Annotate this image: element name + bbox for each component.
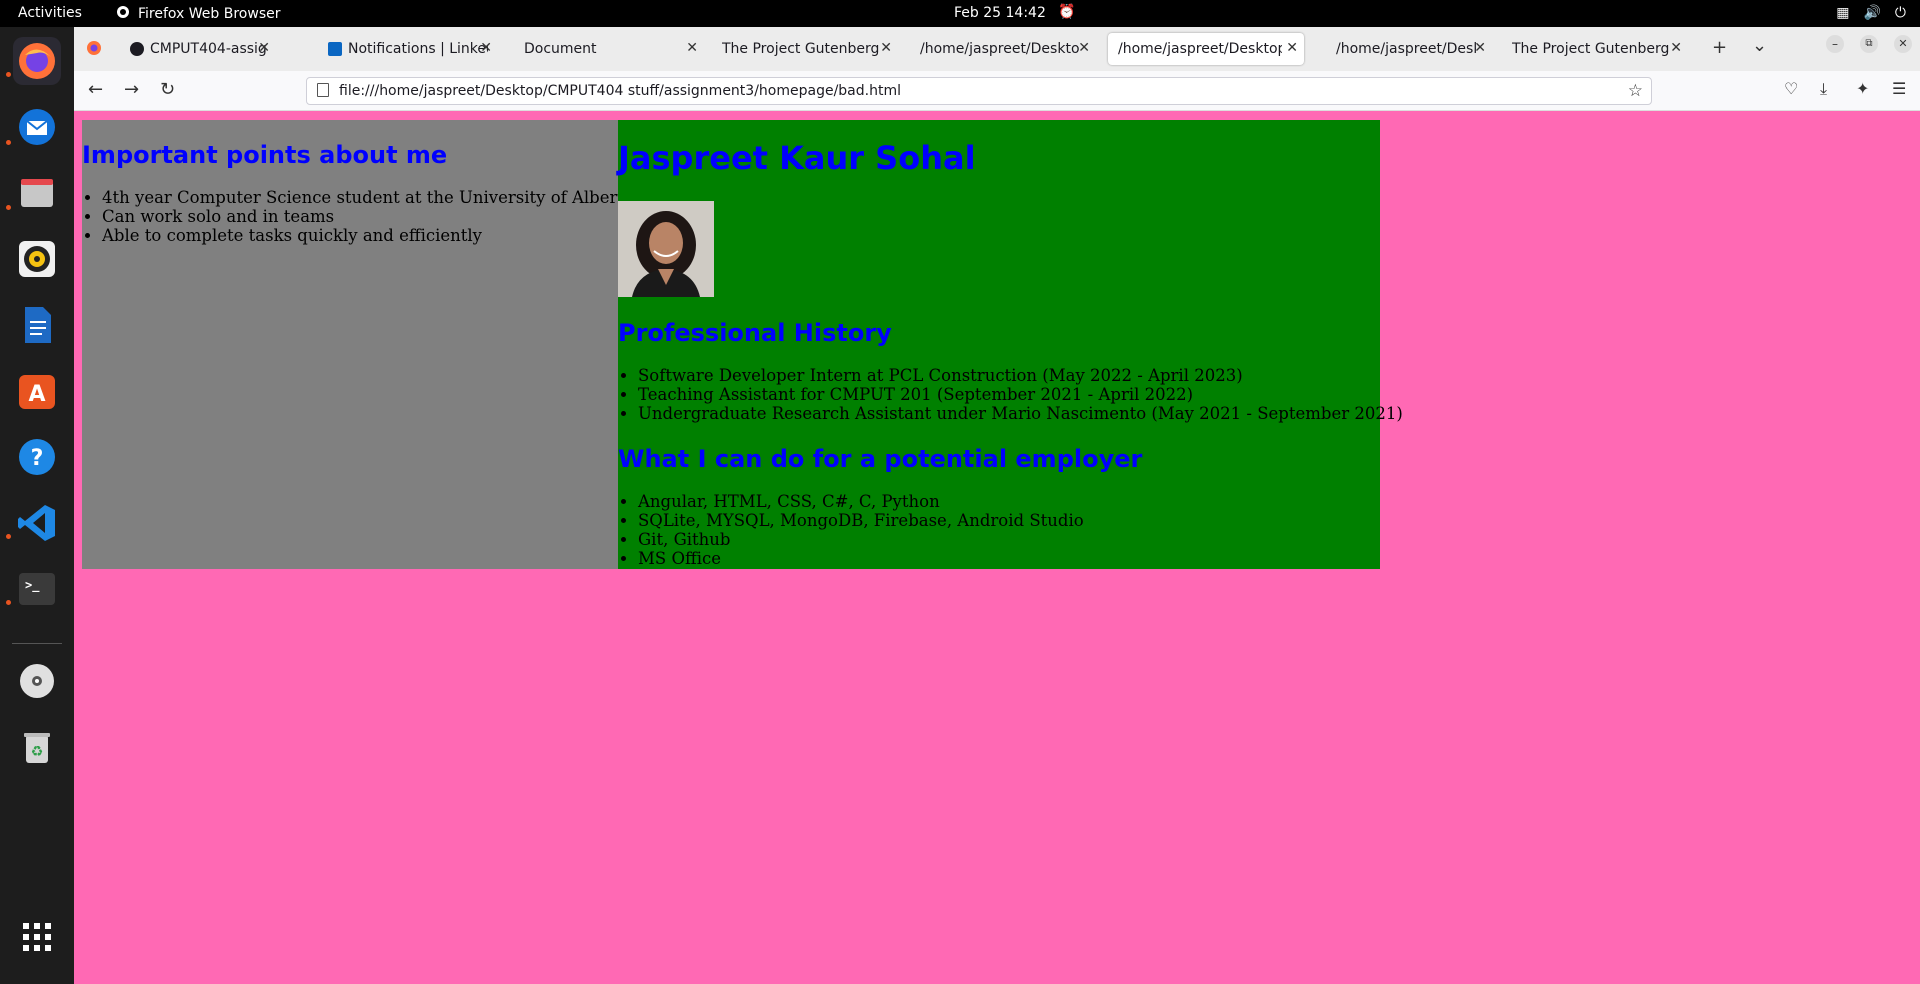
tab-label: The Project Gutenberg e <box>1512 41 1672 57</box>
tab-gutenberg-2[interactable]: The Project Gutenberg e ✕ <box>1502 33 1688 65</box>
svg-text:?: ? <box>31 446 44 471</box>
github-icon <box>130 42 144 56</box>
network-icon: ▦ <box>1836 5 1850 21</box>
close-tab-icon[interactable]: ✕ <box>1286 40 1298 56</box>
about-me-heading: Important points about me <box>82 141 448 169</box>
help-dock-icon[interactable]: ? <box>13 433 61 481</box>
list-item: Software Developer Intern at PCL Constru… <box>638 366 1403 385</box>
tab-label: /home/jaspreet/Desktop <box>1118 41 1282 57</box>
about-me-list: 4th year Computer Science student at the… <box>82 188 634 245</box>
restore-window-button[interactable]: ⧉ <box>1860 35 1878 53</box>
firefox-icon <box>116 5 130 23</box>
forward-button[interactable]: → <box>124 79 139 100</box>
files-dock-icon[interactable] <box>13 169 61 217</box>
tab-github[interactable]: CMPUT404-assignme ✕ <box>120 33 276 65</box>
list-item: Teaching Assistant for CMPUT 201 (Septem… <box>638 385 1403 404</box>
svg-text:A: A <box>28 382 45 407</box>
url-bar[interactable]: file:///home/jaspreet/Desktop/CMPUT404 s… <box>306 77 1652 105</box>
close-tab-icon[interactable]: ✕ <box>1078 40 1090 56</box>
employer-heading: What I can do for a potential employer <box>618 445 1143 473</box>
clock[interactable]: Feb 25 14:42 <box>954 5 1046 21</box>
skills-list: Angular, HTML, CSS, C#, C, Python SQLite… <box>618 492 1084 568</box>
thunderbird-dock-icon[interactable] <box>13 103 61 151</box>
close-tab-icon[interactable]: ✕ <box>686 40 698 56</box>
firefox-dock-icon[interactable] <box>13 37 61 85</box>
page-content: Important points about me 4th year Compu… <box>74 111 1920 984</box>
professional-history-list: Software Developer Intern at PCL Constru… <box>618 366 1403 423</box>
app-center-dock-icon[interactable]: A <box>13 367 61 415</box>
tab-label: /home/jaspreet/Desktop <box>920 41 1080 57</box>
profile-photo <box>618 201 714 297</box>
power-icon: ⏻ <box>1894 5 1906 21</box>
close-tab-icon[interactable]: ✕ <box>1474 40 1486 56</box>
url-text[interactable]: file:///home/jaspreet/Desktop/CMPUT404 s… <box>339 83 901 99</box>
list-all-tabs-icon[interactable]: ⌄ <box>1752 35 1767 56</box>
app-menu[interactable]: Firefox Web Browser <box>116 5 281 23</box>
tab-label: /home/jaspreet/Desk <box>1336 41 1476 57</box>
system-tray[interactable]: ▦ 🔊 ⏻ <box>1836 5 1906 21</box>
trash-dock-icon[interactable]: ♻ <box>13 723 61 771</box>
dock-separator <box>12 643 62 644</box>
close-tab-icon[interactable]: ✕ <box>880 40 892 56</box>
tab-document[interactable]: Document ✕ <box>514 33 704 65</box>
pocket-icon[interactable]: ♡ <box>1784 79 1798 98</box>
list-item: Undergraduate Research Assistant under M… <box>638 404 1403 423</box>
rhythmbox-dock-icon[interactable] <box>13 235 61 283</box>
navigation-toolbar: ← → ↻ file:///home/jaspreet/Desktop/CMPU… <box>74 71 1920 111</box>
system-top-bar: Activities Firefox Web Browser Feb 25 14… <box>0 0 1920 27</box>
app-name-label: Firefox Web Browser <box>138 6 281 22</box>
back-button[interactable]: ← <box>88 79 103 100</box>
page-icon <box>317 83 329 97</box>
close-window-button[interactable]: ✕ <box>1894 35 1912 53</box>
tab-gutenberg-1[interactable]: The Project Gutenberg e ✕ <box>712 33 898 65</box>
tab-label: CMPUT404-assignme <box>150 41 266 57</box>
list-item: Git, Github <box>638 530 1084 549</box>
minimize-window-button[interactable]: – <box>1826 35 1844 53</box>
close-tab-icon[interactable]: ✕ <box>480 40 492 56</box>
bookmark-star-icon[interactable]: ☆ <box>1628 81 1643 101</box>
tab-home-active[interactable]: /home/jaspreet/Desktop ✕ <box>1108 33 1304 65</box>
list-item: Able to complete tasks quickly and effic… <box>102 226 634 245</box>
tab-label: Document <box>524 41 597 57</box>
tab-home-2[interactable]: /home/jaspreet/Desk ✕ <box>1326 33 1492 65</box>
new-tab-button[interactable]: + <box>1712 37 1727 58</box>
tab-label: Notifications | Linked <box>348 41 488 57</box>
linkedin-icon <box>328 42 342 56</box>
vscode-dock-icon[interactable] <box>13 499 61 547</box>
activities-button[interactable]: Activities <box>18 5 82 21</box>
dock: A ? >_ ♻ <box>0 27 74 984</box>
firefox-view-icon[interactable] <box>86 40 102 60</box>
profile-column: Jaspreet Kaur Sohal Professional History… <box>618 120 1403 569</box>
svg-text:♻: ♻ <box>31 744 44 760</box>
menu-icon[interactable]: ☰ <box>1892 79 1906 98</box>
reload-button[interactable]: ↻ <box>160 79 175 100</box>
alarm-icon: ⏰ <box>1058 4 1076 20</box>
list-item: Can work solo and in teams <box>102 207 634 226</box>
close-tab-icon[interactable]: ✕ <box>258 40 270 56</box>
tab-linkedin[interactable]: Notifications | Linked ✕ <box>318 33 498 65</box>
professional-history-heading: Professional History <box>618 319 892 347</box>
svg-text:>_: >_ <box>25 578 40 593</box>
extensions-icon[interactable]: ✦ <box>1856 79 1869 98</box>
tab-home-1[interactable]: /home/jaspreet/Desktop ✕ <box>910 33 1096 65</box>
disc-dock-icon[interactable] <box>13 657 61 705</box>
tab-label: The Project Gutenberg e <box>722 41 882 57</box>
list-item: Angular, HTML, CSS, C#, C, Python <box>638 492 1084 511</box>
close-tab-icon[interactable]: ✕ <box>1670 40 1682 56</box>
volume-icon: 🔊 <box>1863 5 1881 21</box>
terminal-dock-icon[interactable]: >_ <box>13 565 61 613</box>
page-title: Jaspreet Kaur Sohal <box>618 139 976 177</box>
list-item: 4th year Computer Science student at the… <box>102 188 634 207</box>
show-apps-icon[interactable] <box>13 913 61 961</box>
writer-dock-icon[interactable] <box>13 301 61 349</box>
list-item: MS Office <box>638 549 1084 568</box>
list-item: SQLite, MYSQL, MongoDB, Firebase, Androi… <box>638 511 1084 530</box>
tab-strip: CMPUT404-assignme ✕ Notifications | Link… <box>74 27 1920 71</box>
downloads-icon[interactable]: ⤓ <box>1820 79 1827 99</box>
about-me-column: Important points about me 4th year Compu… <box>82 120 634 569</box>
